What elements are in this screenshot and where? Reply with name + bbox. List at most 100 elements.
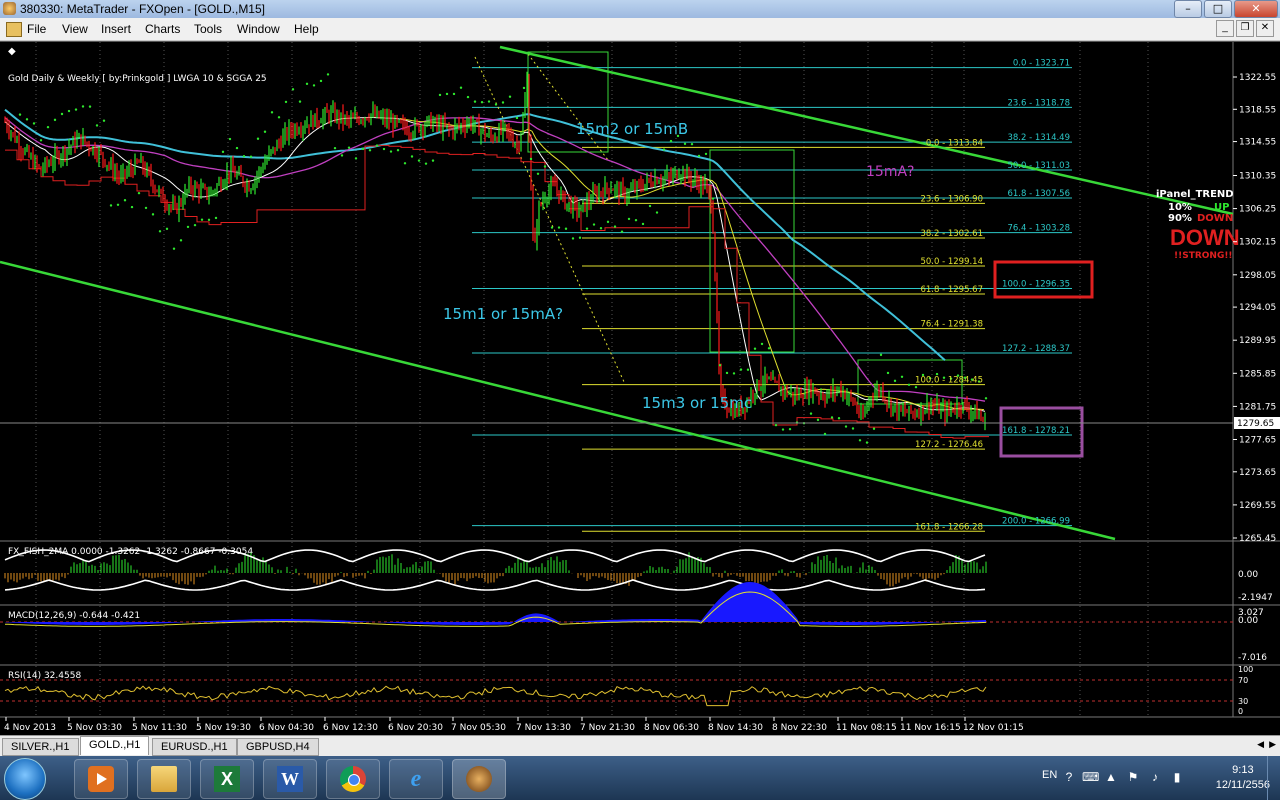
sar-dot xyxy=(697,154,701,158)
tab-silver[interactable]: SILVER.,H1 xyxy=(2,738,79,756)
menu-window[interactable]: Window xyxy=(237,22,280,36)
taskbar-media-player[interactable] xyxy=(74,759,128,799)
sar-dot xyxy=(60,112,64,116)
sar-dot xyxy=(655,211,659,214)
fisher-indicator-pane[interactable]: FX_FISH_2MA 0.0000 -1.3262 -1.3262 -0.86… xyxy=(4,547,1273,603)
menu-charts[interactable]: Charts xyxy=(145,22,180,36)
internet-explorer-icon: e xyxy=(410,766,422,792)
macd-histogram xyxy=(5,582,986,625)
show-desktop-button[interactable] xyxy=(1267,756,1280,800)
media-player-icon xyxy=(88,766,114,792)
taskbar-excel[interactable]: X xyxy=(200,759,254,799)
taskbar-chrome[interactable] xyxy=(326,759,380,799)
tab-eurusd[interactable]: EURUSD.,H1 xyxy=(152,738,237,756)
sar-dot xyxy=(32,122,36,125)
price-tick-label: 1289.95 xyxy=(1239,336,1276,346)
language-indicator[interactable]: EN xyxy=(1042,769,1057,781)
keyboard-icon[interactable]: ⌨ xyxy=(1082,770,1099,784)
fisher-line-white-lower xyxy=(4,579,986,591)
minimize-button[interactable]: – xyxy=(1174,0,1202,18)
ipanel-strong: !!STRONG!! xyxy=(1174,251,1233,261)
fib-level-label: 127.2 - 1288.37 xyxy=(1002,344,1070,354)
sar-dot xyxy=(592,223,596,226)
price-tick-label: 1273.65 xyxy=(1239,468,1276,478)
mdi-minimize-button[interactable]: _ xyxy=(1216,20,1234,37)
sar-dot xyxy=(984,397,988,400)
price-tick-label: 1310.35 xyxy=(1239,171,1276,181)
sar-dot xyxy=(151,213,155,216)
folder-icon xyxy=(151,766,177,792)
menu-file[interactable]: File xyxy=(27,22,46,36)
excel-icon: X xyxy=(214,766,240,792)
sar-dot xyxy=(277,116,281,119)
sar-dot xyxy=(648,204,652,208)
tab-scroll-left-icon[interactable]: ◀ xyxy=(1257,739,1264,750)
metatrader-icon xyxy=(466,766,492,792)
taskbar-metatrader[interactable] xyxy=(452,759,506,799)
rsi-scale-100: 100 xyxy=(1238,665,1253,674)
window-titlebar[interactable]: 380330: MetaTrader - FXOpen - [GOLD.,M15… xyxy=(0,0,1280,18)
tab-gbpusd[interactable]: GBPUSD,H4 xyxy=(237,738,319,756)
sar-dot xyxy=(109,204,113,207)
taskbar-internet-explorer[interactable]: e xyxy=(389,759,443,799)
time-tick-label: 7 Nov 05:30 xyxy=(451,723,506,733)
sar-dot xyxy=(879,353,883,357)
menu-view[interactable]: View xyxy=(62,22,88,36)
chart-document-icon[interactable] xyxy=(6,22,22,37)
mdi-close-button[interactable]: ✕ xyxy=(1256,20,1274,37)
taskbar-file-explorer[interactable] xyxy=(137,759,191,799)
menu-tools[interactable]: Tools xyxy=(194,22,222,36)
mdi-restore-button[interactable]: ❐ xyxy=(1236,20,1254,37)
macd-label: MACD(12,26,9) -0.644 -0.421 xyxy=(8,611,140,621)
menu-help[interactable]: Help xyxy=(294,22,319,36)
show-hidden-icons-icon[interactable]: ▲ xyxy=(1104,770,1118,784)
system-clock[interactable]: 9:13 12/11/2556 xyxy=(1216,763,1270,793)
sar-dot xyxy=(914,385,918,389)
sar-dot xyxy=(627,217,631,221)
main-price-pane[interactable]: Gold Daily & Weekly [ by:Prinkgold ] LWG… xyxy=(0,45,1280,544)
time-tick-label: 7 Nov 13:30 xyxy=(516,723,571,733)
chart-window[interactable]: Gold Daily & Weekly [ by:Prinkgold ] LWG… xyxy=(0,41,1280,735)
sar-dot xyxy=(550,226,554,229)
ipanel-up-percent: 10% xyxy=(1168,202,1192,213)
sar-dot xyxy=(186,225,190,229)
fib-level-labels: 0.0 - 1323.71 23.6 - 1318.78 38.2 - 1314.4… xyxy=(915,59,1070,533)
sar-dot xyxy=(445,92,449,96)
sar-dot xyxy=(851,427,855,430)
trendline-lower[interactable] xyxy=(0,260,1116,541)
sar-dot xyxy=(760,342,764,346)
start-button[interactable] xyxy=(4,758,46,800)
sar-dot xyxy=(333,146,337,150)
sar-dot xyxy=(900,375,904,378)
macd-scale-min: -7.016 xyxy=(1238,653,1267,663)
macd-indicator-pane[interactable]: MACD(12,26,9) -0.644 -0.421 3.027 0.00 -… xyxy=(0,582,1267,663)
maximize-button[interactable]: □ xyxy=(1204,0,1232,18)
sar-dot xyxy=(193,223,197,227)
sar-dot xyxy=(347,146,351,149)
network-icon[interactable]: ▮ xyxy=(1170,770,1184,784)
tab-gold[interactable]: GOLD.,H1 xyxy=(80,736,150,755)
menu-insert[interactable]: Insert xyxy=(101,22,131,36)
ipanel-trend: iPanel_TREND 10% UP 90% DOWN DOWN !!STRO… xyxy=(1156,189,1240,261)
price-bars xyxy=(4,71,986,431)
window-controls: – □ ✕ xyxy=(1174,0,1278,18)
action-center-flag-icon[interactable]: ⚑ xyxy=(1126,770,1140,784)
chrome-icon xyxy=(340,766,366,792)
rsi-indicator-pane[interactable]: RSI(14) 32.4558 100 70 30 0 xyxy=(0,665,1253,716)
fib-level-label: 38.2 - 1302.61 xyxy=(920,229,983,239)
taskbar-word[interactable]: W xyxy=(263,759,317,799)
tab-scroll-right-icon[interactable]: ▶ xyxy=(1269,739,1276,750)
sar-dot xyxy=(508,95,512,98)
ipanel-down-label: DOWN xyxy=(1197,213,1233,224)
sar-dot xyxy=(872,427,876,430)
volume-icon[interactable]: ♪ xyxy=(1148,770,1162,784)
annotation-15m3: 15m3 or 15mc xyxy=(642,394,752,412)
price-tick-label: 1294.05 xyxy=(1239,303,1276,313)
sar-dot xyxy=(669,139,673,143)
sar-dot xyxy=(466,95,470,99)
chart-corner-marker: ◆ xyxy=(8,46,16,57)
close-button[interactable]: ✕ xyxy=(1234,0,1278,18)
help-icon[interactable]: ? xyxy=(1062,770,1076,784)
sar-dot xyxy=(641,222,645,226)
price-tick-label: 1269.55 xyxy=(1239,501,1276,511)
